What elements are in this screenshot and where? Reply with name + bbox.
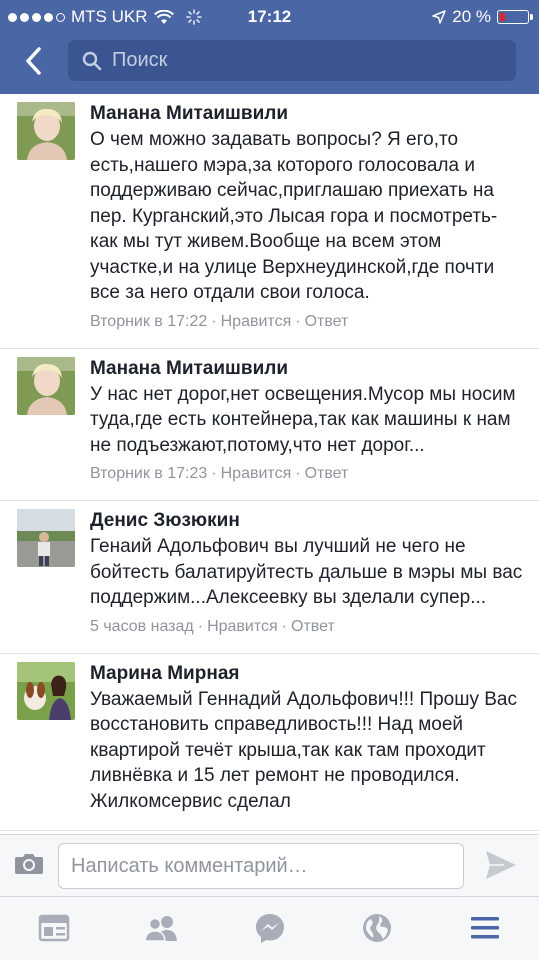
send-icon xyxy=(486,851,516,879)
battery-icon xyxy=(497,10,533,24)
messenger-icon xyxy=(256,914,284,943)
battery-level-fill xyxy=(500,13,505,21)
friends-icon xyxy=(144,916,177,942)
camera-button[interactable] xyxy=(14,851,44,880)
comment-time: Вторник в 17:23 xyxy=(90,465,208,482)
globe-notifications-icon xyxy=(363,914,391,942)
comment-author[interactable]: Манана Митаишвили xyxy=(90,357,523,381)
tab-friends[interactable] xyxy=(143,911,179,945)
comment-author[interactable]: Манана Митаишвили xyxy=(90,102,523,126)
comment-author[interactable]: Денис Зюзюкин xyxy=(90,509,523,533)
location-arrow-icon xyxy=(432,10,446,24)
comments-list: Манана Митаишвили О чем можно задавать в… xyxy=(0,94,539,834)
comment-text: Уважаемый Геннадий Адольфович!!! Прошу В… xyxy=(90,688,517,812)
reply-link[interactable]: Ответ xyxy=(291,618,335,635)
search-icon xyxy=(82,51,102,70)
comment-input[interactable]: Написать комментарий… xyxy=(58,843,464,889)
comment-time: 5 часов назад xyxy=(90,617,194,635)
menu-icon xyxy=(471,917,499,939)
reply-link[interactable]: Ответ xyxy=(305,465,349,482)
comment-item: Денис Зюзюкин Генаий Адольфович вы лучши… xyxy=(0,501,539,654)
like-link[interactable]: Нравится xyxy=(221,465,292,482)
search-field[interactable]: Поиск xyxy=(68,40,516,81)
send-button[interactable] xyxy=(484,849,518,886)
comment-text: У нас нет дорог,нет освещения.Мусор мы н… xyxy=(90,383,516,456)
tab-menu[interactable] xyxy=(467,911,503,945)
battery-percent: 20 % xyxy=(452,7,491,26)
avatar[interactable] xyxy=(17,356,75,415)
tab-notifications[interactable] xyxy=(359,911,395,945)
comment-text: О чем можно задавать вопросы? Я его,то е… xyxy=(90,129,498,303)
camera-icon xyxy=(15,854,43,874)
comment-time: Вторник в 17:22 xyxy=(90,312,208,330)
comment-text: Генаий Адольфович вы лучший не чего не б… xyxy=(90,536,523,608)
comment-item: Марина Мирная Уважаемый Геннадий Адольфо… xyxy=(0,654,539,831)
like-link[interactable]: Нравится xyxy=(221,313,292,330)
search-placeholder: Поиск xyxy=(112,49,168,71)
status-bar: MTS UKR 17:12 20 % xyxy=(0,0,539,32)
top-navigation-bar: MTS UKR 17:12 20 % Поиск xyxy=(0,0,539,94)
tab-news-feed[interactable] xyxy=(36,911,72,945)
like-link[interactable]: Нравится xyxy=(207,618,278,635)
comment-author[interactable]: Марина Мирная xyxy=(90,662,523,686)
reply-link[interactable]: Ответ xyxy=(305,313,349,330)
avatar[interactable] xyxy=(17,102,75,160)
comment-meta: 5 часов назад · Нравится · Ответ xyxy=(90,617,335,635)
news-feed-icon xyxy=(38,914,70,942)
back-button[interactable] xyxy=(18,44,48,78)
bottom-tab-bar xyxy=(0,896,539,960)
avatar[interactable] xyxy=(17,509,75,567)
avatar[interactable] xyxy=(17,661,75,720)
comment-composer: Написать комментарий… xyxy=(0,834,539,896)
comment-meta: Вторник в 17:23 · Нравится · Ответ xyxy=(90,465,349,482)
status-right: 20 % xyxy=(432,7,533,27)
comment-item: Манана Митаишвили О чем можно задавать в… xyxy=(0,94,539,349)
tab-messenger[interactable] xyxy=(252,911,288,945)
comment-item: Манана Митаишвили У нас нет дорог,нет ос… xyxy=(0,349,539,501)
chevron-left-icon xyxy=(26,47,41,75)
comment-meta: Вторник в 17:22 · Нравится · Ответ xyxy=(90,312,349,330)
